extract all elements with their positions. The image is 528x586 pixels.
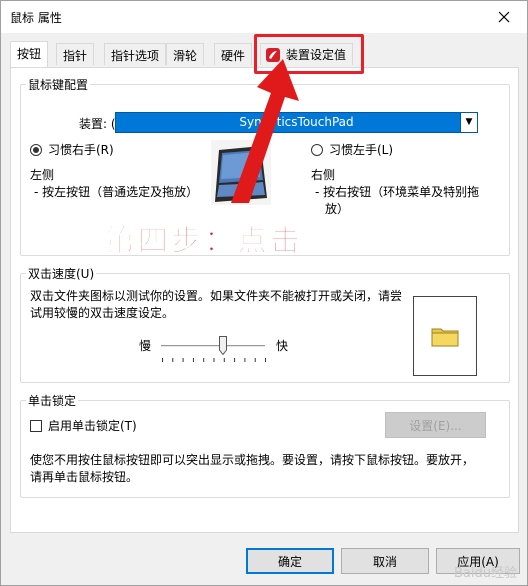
button-label: 确定: [277, 554, 302, 569]
button-label: 设置(E)...: [409, 418, 462, 433]
group-title: 单击锁定: [26, 392, 79, 409]
click-lock-desc-cont: 请再单击鼠标按钮。: [30, 470, 139, 484]
button-label: 取消: [372, 554, 397, 569]
double-click-group: 双击速度(U) 双击文件夹图标以测试你的设置。如果文件夹不能被打开或关闭，请尝 …: [20, 265, 510, 383]
double-click-desc: 双击文件夹图标以测试你的设置。如果文件夹不能被打开或关闭，请尝: [30, 289, 403, 303]
left-side-desc: - 按左按钮（普通选定及拖放）: [34, 185, 199, 199]
left-hand-radio[interactable]: 习惯左手(L): [311, 141, 393, 158]
cancel-button[interactable]: 取消: [341, 548, 429, 574]
click-lock-desc: 使您不用按住鼠标按钮即可以突出显示或拖拽。要设置，请按下鼠标按钮。要放开，: [30, 453, 475, 467]
tab-pointers[interactable]: 指针: [56, 43, 95, 65]
tab-pointer-options[interactable]: 指针选项: [104, 43, 167, 65]
test-folder-area[interactable]: [413, 296, 477, 376]
ok-button[interactable]: 确定: [246, 548, 334, 574]
slider-thumb[interactable]: [219, 336, 228, 355]
right-side-desc-cont: 放）: [325, 202, 350, 216]
radio-unchecked-icon: [311, 143, 323, 156]
window-title: 鼠标 属性: [10, 11, 62, 25]
checkbox-unchecked-icon: [30, 419, 42, 432]
step-annotation: 第四步：点击: [105, 224, 303, 260]
tab-label: 指针: [63, 49, 88, 63]
checkbox-label: 启用单击锁定(T): [48, 419, 137, 433]
watermark: Baidu经验: [454, 566, 517, 581]
tab-wheel[interactable]: 滑轮: [166, 43, 205, 65]
group-title: 鼠标键配置: [26, 76, 91, 93]
radio-checked-icon: [30, 143, 42, 156]
mouse-properties-window: 鼠标 属性 按钮 指针 指针选项 滑轮 硬件 装置设定值 鼠标键配置 装置: (…: [0, 0, 528, 586]
double-click-speed-slider[interactable]: [161, 345, 265, 348]
close-button[interactable]: [481, 1, 527, 33]
folder-icon: [431, 328, 459, 347]
slow-label: 慢: [139, 339, 152, 353]
touchpad-image: [211, 140, 271, 205]
left-side-title: 左侧: [30, 168, 55, 182]
group-title: 双击速度(U): [26, 265, 97, 282]
click-lock-settings-button[interactable]: 设置(E)...: [385, 412, 486, 438]
tab-label: 硬件: [221, 49, 246, 63]
radio-label: 习惯左手(L): [329, 143, 394, 157]
tab-highlight-box: [254, 34, 364, 74]
close-icon: [498, 11, 510, 23]
fast-label: 快: [276, 339, 289, 353]
right-side-title: 右侧: [311, 168, 336, 182]
right-side-desc: - 按右按钮（环境菜单及特别拖: [315, 185, 480, 199]
tab-buttons[interactable]: 按钮: [10, 41, 49, 67]
right-hand-radio[interactable]: 习惯右手(R): [30, 141, 114, 158]
title-bar: 鼠标 属性: [1, 1, 527, 33]
double-click-desc-cont: 试用较慢的双击速度设定。: [30, 306, 175, 320]
tab-hardware[interactable]: 硬件: [214, 43, 253, 65]
device-value: SynapticsTouchPad: [239, 115, 354, 129]
tab-label: 按钮: [17, 47, 42, 61]
radio-label: 习惯右手(R): [48, 143, 114, 157]
tab-label: 滑轮: [173, 49, 198, 63]
click-lock-checkbox[interactable]: 启用单击锁定(T): [30, 417, 137, 434]
slider-ticks: [162, 358, 266, 362]
tab-label: 指针选项: [111, 49, 160, 63]
buttons-tab-panel: 鼠标键配置 装置: (V) SynapticsTouchPad ▼ 习惯右手(R…: [10, 67, 519, 533]
click-lock-group: 单击锁定 启用单击锁定(T) 设置(E)... 使您不用按住鼠标按钮即可以突出显…: [20, 392, 510, 498]
device-select[interactable]: SynapticsTouchPad ▼: [115, 112, 478, 133]
chevron-down-icon[interactable]: ▼: [460, 113, 477, 132]
